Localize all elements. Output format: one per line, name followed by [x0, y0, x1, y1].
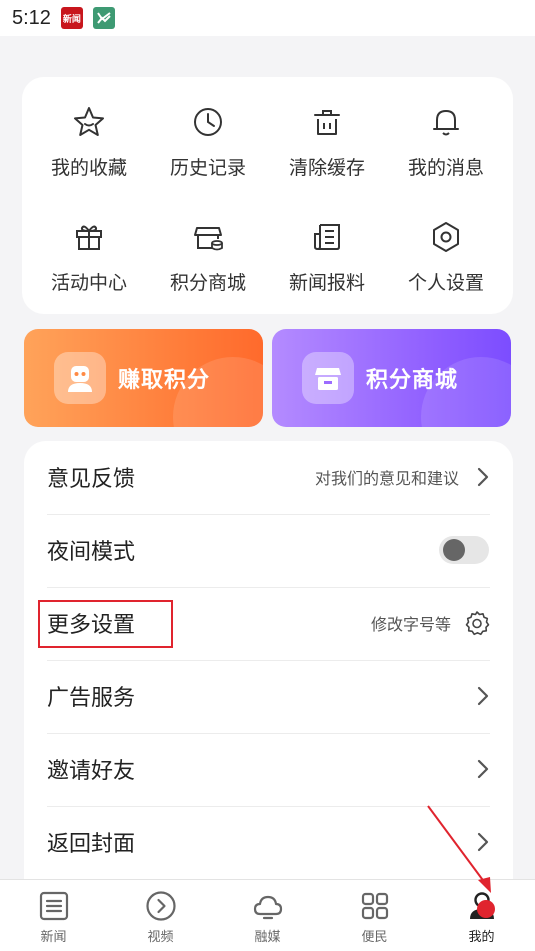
- grid-label: 积分商城: [169, 272, 246, 294]
- cloud-icon: [253, 895, 282, 920]
- feedback-title: 意见反馈: [47, 467, 136, 492]
- news-report-icon: [314, 224, 340, 251]
- tab-video[interactable]: 视频: [107, 880, 214, 951]
- settings-list: 意见反馈 对我们的意见和建议 夜间模式 更多设置 修改字号等 广告服务 邀请好友…: [24, 441, 513, 881]
- trash-icon: [314, 110, 340, 135]
- grid-label: 历史记录: [169, 157, 246, 179]
- night-mode-title: 夜间模式: [47, 540, 136, 565]
- bell-icon: [433, 110, 459, 136]
- tab-label: 便民: [361, 930, 388, 945]
- store-icon: [302, 352, 354, 404]
- night-mode-row: 夜间模式: [24, 514, 513, 586]
- grid-label: 我的消息: [407, 157, 484, 179]
- check-notification-icon: [92, 7, 115, 29]
- grid-label: 我的收藏: [50, 157, 127, 179]
- grid-item-history[interactable]: 历史记录: [148, 105, 268, 195]
- gear-icon: [465, 611, 490, 636]
- feedback-row[interactable]: 意见反馈 对我们的意见和建议: [24, 441, 513, 513]
- invite-friends-title: 邀请好友: [47, 759, 136, 784]
- more-settings-hint: 修改字号等: [370, 615, 451, 634]
- grid-item-activity-center[interactable]: 活动中心: [29, 220, 149, 310]
- status-time: 5:12: [12, 6, 51, 29]
- grid-label: 新闻报料: [288, 272, 365, 294]
- return-cover-row[interactable]: 返回封面: [24, 806, 513, 878]
- robot-icon: [54, 352, 106, 404]
- bottom-tab-bar: 新闻 视频 融媒 便民 我的: [0, 879, 535, 951]
- chevron-right-icon: [477, 467, 489, 487]
- grid-item-clear-cache[interactable]: 清除缓存: [267, 105, 387, 195]
- tab-media[interactable]: 融媒: [214, 880, 321, 951]
- chevron-right-icon: [477, 759, 489, 779]
- tab-label: 新闻: [40, 930, 67, 945]
- gift-icon: [76, 225, 102, 250]
- feedback-hint: 对我们的意见和建议: [314, 469, 459, 488]
- chevron-right-icon: [477, 686, 489, 706]
- tab-news[interactable]: 新闻: [0, 880, 107, 951]
- news-app-notification-text: 新闻: [62, 14, 81, 25]
- play-circle-icon: [145, 891, 176, 921]
- function-grid: 我的收藏 历史记录 清除缓存 我的消息 活动中心 积分商城 新闻报料 个人设置: [22, 77, 513, 314]
- status-bar: 5:12 新闻: [0, 0, 535, 36]
- tab-mine[interactable]: 我的: [428, 880, 535, 951]
- more-settings-row[interactable]: 更多设置 修改字号等: [24, 587, 513, 659]
- grid-item-messages[interactable]: 我的消息: [386, 105, 506, 195]
- tab-services[interactable]: 便民: [321, 880, 428, 951]
- points-mall-banner[interactable]: 积分商城: [272, 329, 511, 427]
- chevron-right-icon: [477, 832, 489, 852]
- shop-icon: [194, 227, 223, 251]
- grid-item-personal-settings[interactable]: 个人设置: [386, 220, 506, 310]
- grid-label: 个人设置: [407, 272, 484, 294]
- settings-hex-icon: [433, 222, 459, 252]
- return-cover-title: 返回封面: [47, 832, 136, 857]
- tab-label: 视频: [147, 930, 174, 945]
- more-settings-title: 更多设置: [47, 613, 136, 638]
- person-icon: [469, 892, 494, 919]
- grid-label: 清除缓存: [288, 157, 365, 179]
- clock-icon: [194, 108, 222, 136]
- ad-service-title: 广告服务: [47, 686, 136, 711]
- grid-icon: [361, 892, 388, 920]
- tab-label: 融媒: [254, 930, 281, 945]
- news-icon: [39, 891, 68, 921]
- news-app-notification-icon: 新闻: [60, 7, 83, 29]
- grid-item-points-mall[interactable]: 积分商城: [148, 220, 268, 310]
- grid-item-favorites[interactable]: 我的收藏: [29, 105, 149, 195]
- star-icon: [74, 107, 104, 136]
- night-mode-toggle[interactable]: [439, 536, 489, 564]
- ad-service-row[interactable]: 广告服务: [24, 660, 513, 732]
- invite-friends-row[interactable]: 邀请好友: [24, 733, 513, 805]
- earn-points-banner[interactable]: 赚取积分: [24, 329, 263, 427]
- tab-label: 我的: [468, 930, 495, 945]
- grid-item-news-report[interactable]: 新闻报料: [267, 220, 387, 310]
- toggle-knob: [443, 539, 465, 561]
- grid-label: 活动中心: [50, 272, 127, 294]
